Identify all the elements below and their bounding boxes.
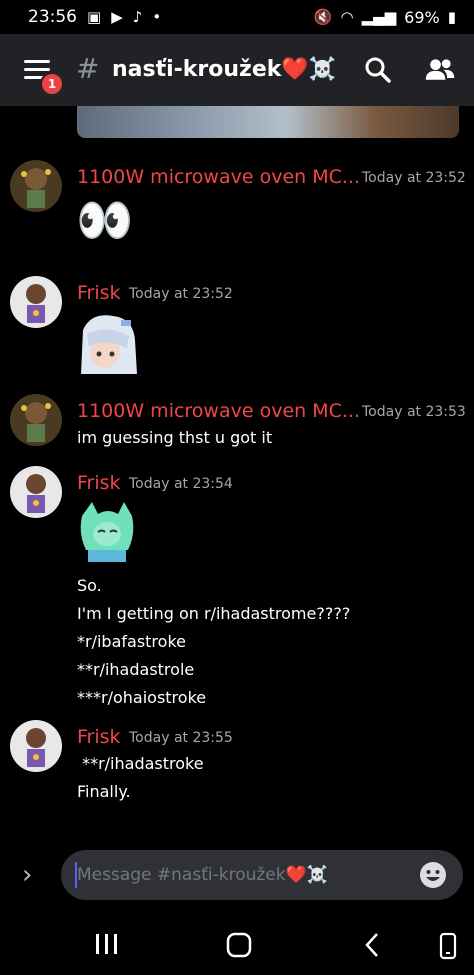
message-text: ***r/ohaiostroke (77, 688, 207, 707)
avatar[interactable] (10, 720, 62, 772)
message-text: **r/ihadastrole (77, 660, 195, 679)
message-text: Finally. (77, 782, 131, 801)
chevron-right-icon[interactable]: › (22, 862, 32, 888)
channel-title: nasťi-kroužek❤️☠️ (112, 57, 337, 82)
sticker-image[interactable] (78, 500, 136, 562)
avatar[interactable] (10, 276, 62, 328)
system-nav-bar (0, 912, 474, 975)
status-time: 23:56 (28, 7, 77, 27)
sticker-image[interactable] (77, 310, 141, 374)
message-timestamp: Today at 23:52 (129, 286, 233, 302)
back-icon[interactable] (362, 932, 382, 958)
message-text: im guessing thst u got it (77, 428, 273, 447)
tiktok-icon: ♪ (132, 8, 143, 26)
message-author[interactable]: Frisk (77, 726, 121, 748)
message-timestamp: Today at 23:54 (129, 476, 233, 492)
message-list[interactable]: 1100W microwave oven MC... Today at 23:5… (0, 106, 474, 848)
message-author[interactable]: Frisk (77, 282, 121, 304)
recent-apps-icon[interactable] (94, 932, 120, 956)
message-timestamp: Today at 23:53 (362, 404, 466, 420)
notification-badge: 1 (40, 72, 64, 96)
mute-icon: 🔇 (313, 8, 333, 26)
signal-icon: ▂▄▆ (361, 8, 397, 26)
message-author[interactable]: 1100W microwave oven MC... (77, 400, 360, 422)
message-text: So. (77, 576, 102, 595)
status-bar: 23:56 ▣ ▶ ♪ • 🔇 ◠ ▂▄▆ 69% ▮ (0, 0, 474, 34)
emoji-picker-icon[interactable] (419, 861, 447, 889)
message-timestamp: Today at 23:55 (129, 730, 233, 746)
message-composer: › Message #nasťi-kroužek❤️☠️ (0, 848, 474, 904)
image-attachment[interactable] (77, 106, 459, 138)
members-icon[interactable] (424, 54, 456, 86)
wifi-icon: ◠ (340, 8, 354, 26)
eyes-emoji[interactable]: 👀 (76, 190, 133, 250)
phone-icon[interactable] (438, 932, 458, 960)
battery-level: 69% (404, 7, 440, 27)
message-text: I'm I getting on r/ihadastrome???? (77, 604, 351, 623)
youtube-icon: ▶ (111, 8, 123, 26)
dot-icon: • (152, 8, 162, 26)
avatar[interactable] (10, 160, 62, 212)
message-timestamp: Today at 23:52 (362, 170, 466, 186)
message-input-placeholder: Message #nasťi-kroužek❤️☠️ (77, 865, 328, 885)
menu-button[interactable]: 1 (20, 54, 64, 96)
message-author[interactable]: Frisk (77, 472, 121, 494)
message-input[interactable]: Message #nasťi-kroužek❤️☠️ (61, 850, 463, 900)
battery-icon: ▮ (447, 8, 456, 26)
search-icon[interactable] (362, 54, 394, 86)
message-author[interactable]: 1100W microwave oven MC... (77, 166, 360, 188)
thread-channel-icon: # (76, 52, 100, 85)
message-text: **r/ihadastroke (77, 754, 204, 773)
gallery-icon: ▣ (87, 8, 102, 26)
avatar[interactable] (10, 394, 62, 446)
avatar[interactable] (10, 466, 62, 518)
home-icon[interactable] (226, 932, 252, 958)
message-text: *r/ibafastroke (77, 632, 186, 651)
channel-header: 1 # nasťi-kroužek❤️☠️ (0, 34, 474, 106)
